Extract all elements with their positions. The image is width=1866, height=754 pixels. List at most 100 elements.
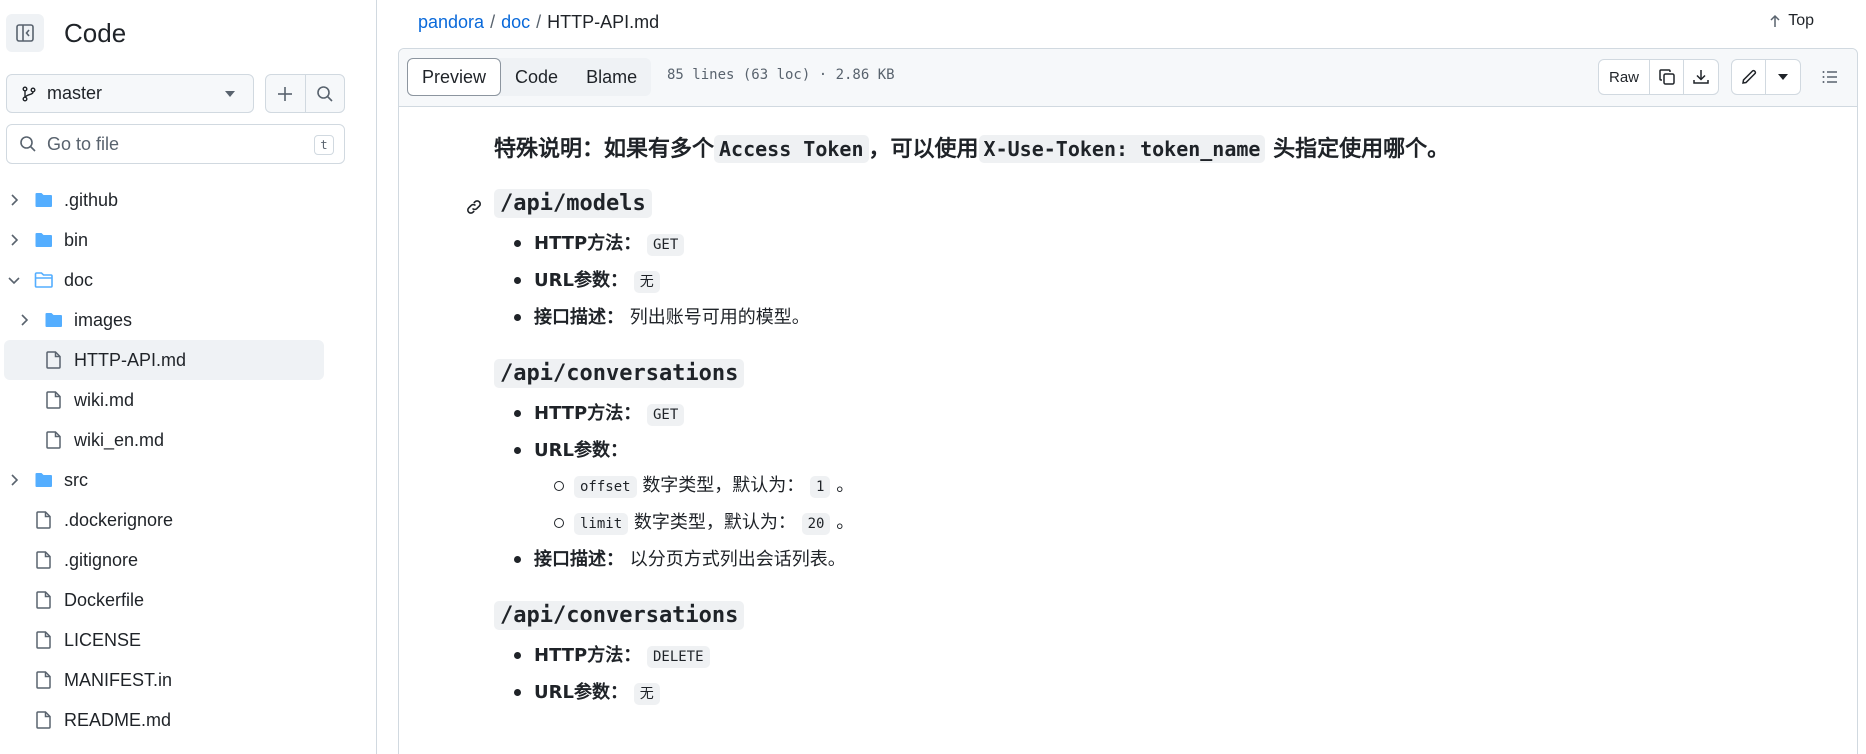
list-item: URL参数： 无 <box>514 675 1794 712</box>
tree-item-dockerfile[interactable]: Dockerfile <box>0 580 376 620</box>
chevron-right-icon[interactable] <box>6 192 22 208</box>
api-heading-conversations-delete: /api/conversations <box>494 601 1794 630</box>
api-heading-conversations: /api/conversations <box>494 359 1794 388</box>
add-file-button[interactable] <box>266 75 306 112</box>
field-label: HTTP方法： <box>534 645 642 666</box>
edit-group <box>1731 59 1801 95</box>
raw-button[interactable]: Raw <box>1599 60 1650 94</box>
sidebar-collapse-icon <box>16 24 34 42</box>
tab-preview[interactable]: Preview <box>407 58 502 96</box>
folder-icon <box>35 473 52 487</box>
file-icon <box>36 711 51 729</box>
file-actions: Raw <box>1597 59 1847 95</box>
tree-item-readme-md[interactable]: README.md <box>0 700 376 740</box>
param-item: limit 数字类型，默认为： 20 。 <box>554 505 1794 542</box>
tree-item-label: wiki.md <box>74 390 135 410</box>
branch-name: master <box>47 83 103 103</box>
tree-item-manifest-in[interactable]: MANIFEST.in <box>0 660 376 700</box>
download-button[interactable] <box>1684 60 1718 94</box>
field-label: URL参数： <box>534 440 628 461</box>
breadcrumb-separator: / <box>490 12 496 32</box>
breadcrumb-repo-link[interactable]: pandora <box>418 12 484 32</box>
go-to-file-search[interactable]: t <box>6 124 345 164</box>
tree-item-license[interactable]: LICENSE <box>0 620 376 660</box>
api-details-list: HTTP方法： DELETE URL参数： 无 <box>514 638 1794 712</box>
file-icon <box>46 431 61 449</box>
tree-item-doc[interactable]: doc <box>0 260 376 300</box>
inline-code: X-Use-Token: token_name <box>978 135 1266 163</box>
chevron-right-icon[interactable] <box>16 312 32 328</box>
folder-open-icon <box>34 272 53 288</box>
copy-raw-button[interactable] <box>1650 60 1684 94</box>
breadcrumb: pandora / doc / HTTP-API.md <box>418 12 659 32</box>
api-details-list: HTTP方法： GET URL参数： 无 接口描述： 列出账号可用的模型。 <box>514 226 1794 335</box>
tree-item-dockerignore[interactable]: .dockerignore <box>0 500 376 540</box>
chevron-down-icon <box>225 91 235 97</box>
sidebar-header: Code <box>0 0 376 66</box>
api-details-list: HTTP方法： GET URL参数： offset 数字类型，默认为： 1 。 … <box>514 396 1794 577</box>
tree-item-label: README.md <box>64 710 172 730</box>
tab-code[interactable]: Code <box>501 58 572 96</box>
param-end: 。 <box>836 512 855 533</box>
pencil-icon <box>1741 69 1756 84</box>
inline-code: Access Token <box>714 135 869 163</box>
param-name: offset <box>574 476 637 498</box>
param-item: offset 数字类型，默认为： 1 。 <box>554 468 1794 505</box>
top-label: Top <box>1788 12 1814 29</box>
file-icon <box>36 671 51 689</box>
edit-options-dropdown[interactable] <box>1766 60 1800 94</box>
list-outline-icon <box>1822 71 1837 83</box>
tree-item-wiki-md[interactable]: wiki.md <box>0 380 376 420</box>
branch-selector[interactable]: master <box>6 74 254 113</box>
field-label: URL参数： <box>534 682 628 703</box>
field-label: 接口描述： <box>534 549 624 570</box>
tab-blame[interactable]: Blame <box>572 58 651 96</box>
sidebar-title: Code <box>64 18 127 48</box>
markdown-body: 特殊说明：如果有多个 Access Token ，可以使用 X-Use-Token: … <box>467 134 1794 712</box>
tree-item-label: bin <box>64 230 89 250</box>
search-icon <box>316 85 333 102</box>
file-viewer: pandora / doc / HTTP-API.md Top Preview Code… <box>398 0 1866 754</box>
chevron-right-icon[interactable] <box>6 472 22 488</box>
file-tree: .github bin doc images HTTP-API.md wiki.md wik… <box>0 180 376 740</box>
chevron-right-icon[interactable] <box>6 232 22 248</box>
tree-item-http-api-md[interactable]: HTTP-API.md <box>4 340 324 380</box>
go-to-file-input[interactable] <box>47 133 297 155</box>
file-tree-sidebar: Code master Go to file t .github bin doc… <box>0 0 377 754</box>
tree-item-label: HTTP-API.md <box>74 350 187 370</box>
param-default: 20 <box>801 513 831 535</box>
list-item: URL参数： offset 数字类型，默认为： 1 。 limit 数字类型，默… <box>514 433 1794 542</box>
tree-item-images[interactable]: images <box>0 300 376 340</box>
file-icon <box>46 391 61 409</box>
heading-anchor-link[interactable] <box>464 197 484 223</box>
folder-icon <box>35 233 52 247</box>
note-text: 特殊说明：如果有多个 <box>494 137 715 162</box>
file-icon <box>36 551 51 569</box>
tree-item-src[interactable]: src <box>0 460 376 500</box>
list-item: HTTP方法： GET <box>514 226 1794 263</box>
tree-item-label: MANIFEST.in <box>64 670 173 690</box>
tree-item-wiki-en-md[interactable]: wiki_en.md <box>0 420 376 460</box>
search-code-button[interactable] <box>306 75 345 112</box>
tree-item-github[interactable]: .github <box>0 180 376 220</box>
tree-item-bin[interactable]: bin <box>0 220 376 260</box>
collapse-sidebar-button[interactable] <box>6 14 44 52</box>
view-mode-tabs: Preview Code Blame <box>407 58 652 96</box>
list-item: 接口描述： 列出账号可用的模型。 <box>514 300 1794 335</box>
field-label: HTTP方法： <box>534 233 642 254</box>
description-text: 列出账号可用的模型。 <box>629 307 810 328</box>
back-to-top-button[interactable]: Top <box>1768 12 1814 30</box>
tree-item-label: .gitignore <box>64 550 139 570</box>
chevron-down-icon[interactable] <box>6 272 22 288</box>
api-path: /api/models <box>494 189 652 218</box>
api-path: /api/conversations <box>494 359 745 388</box>
outline-button[interactable] <box>1813 60 1847 94</box>
param-text: 数字类型，默认为： <box>633 512 796 533</box>
tree-item-gitignore[interactable]: .gitignore <box>0 540 376 580</box>
breadcrumb-dir-link[interactable]: doc <box>501 12 530 32</box>
edit-file-button[interactable] <box>1732 60 1766 94</box>
tree-item-label: Dockerfile <box>64 590 145 610</box>
field-label: 接口描述： <box>534 307 624 328</box>
folder-icon <box>35 193 52 207</box>
file-icon <box>36 631 51 649</box>
